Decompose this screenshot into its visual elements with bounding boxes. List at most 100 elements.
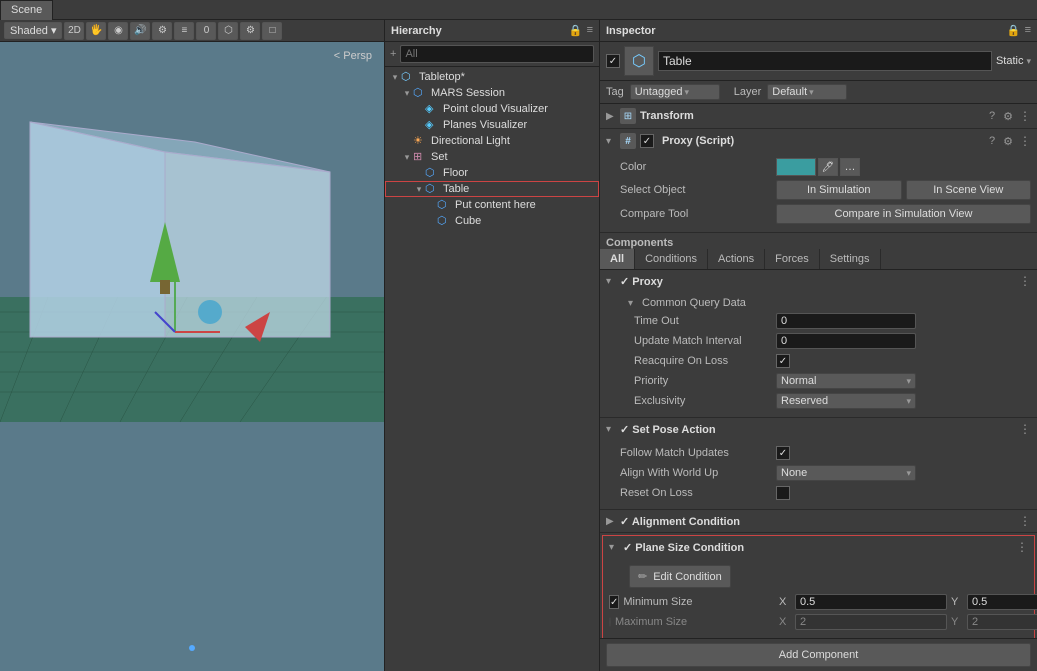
table-icon: ⬡ [425,182,441,196]
set-pose-kebab[interactable]: ⋮ [1019,422,1031,436]
transform-arrow: ▶ [606,111,616,122]
add-component-btn[interactable]: Add Component [606,643,1031,667]
mars-session-icon: ⬡ [413,86,429,100]
tag-arrow: ▾ [684,87,689,98]
hierarchy-search-input[interactable] [400,45,594,63]
alignment-title: ✓ Alignment Condition [620,515,1015,528]
min-size-checkbox[interactable] [609,595,619,609]
set-pose-header[interactable]: ▾ ✓ Set Pose Action ⋮ [600,418,1037,440]
hierarchy-item-floor[interactable]: ⬡ Floor [385,165,599,181]
shading-dropdown[interactable]: Shaded ▾ [4,22,62,39]
color-picker-btn[interactable]: 🖊 [818,158,838,176]
hierarchy-item-mars-session[interactable]: ▾ ⬡ MARS Session [385,85,599,101]
follow-match-checkbox[interactable] [776,446,790,460]
proxy-script-header[interactable]: ▾ # Proxy (Script) ? ⚙ ⋮ [600,129,1037,153]
align-world-dropdown[interactable]: None ▾ [776,465,916,481]
object-icon-box[interactable]: ⬡ [624,46,654,76]
hierarchy-item-put-content[interactable]: ⬡ Put content here [385,197,599,213]
hierarchy-item-point-cloud[interactable]: ◈ Point cloud Visualizer [385,101,599,117]
hierarchy-lock-icon[interactable]: 🔒 [569,24,583,37]
object-name-input[interactable] [658,51,992,71]
hierarchy-item-cube[interactable]: ⬡ Cube [385,213,599,229]
in-scene-view-btn[interactable]: In Scene View [906,180,1032,200]
align-world-label: Align With World Up [606,467,776,479]
tab-actions[interactable]: Actions [708,249,765,269]
plane-size-kebab[interactable]: ⋮ [1016,540,1028,554]
scene-3d-view [0,42,384,442]
transform-kebab[interactable]: ⋮ [1019,109,1031,123]
transform-icon: ⊞ [620,108,636,124]
planes-vis-icon: ◈ [425,118,441,132]
object-type-icon: ⬡ [632,51,646,71]
proxy-script-kebab[interactable]: ⋮ [1019,134,1031,148]
hierarchy-item-planes-vis[interactable]: ◈ Planes Visualizer [385,117,599,133]
edit-condition-btn[interactable]: ✏ Edit Condition [629,565,731,588]
transform-header[interactable]: ▶ ⊞ Transform ? ⚙ ⋮ [600,104,1037,128]
hierarchy-menu-icon[interactable]: ≡ [587,24,593,37]
2d-toggle[interactable]: 2D [64,22,84,40]
proxy-comp-kebab[interactable]: ⋮ [1019,274,1031,288]
in-simulation-btn[interactable]: In Simulation [776,180,902,200]
tag-dropdown[interactable]: Untagged ▾ [630,84,720,100]
tab-all[interactable]: All [600,249,635,269]
plus-icon[interactable]: + [390,48,396,60]
plane-size-body: ✏ Edit Condition Minimum Size X [603,558,1034,638]
object-active-checkbox[interactable] [606,54,620,68]
color-more-btn[interactable]: … [840,158,860,176]
hierarchy-scene-root[interactable]: ▾ ⬡ Tabletop* [385,69,599,85]
scene-btn-6[interactable]: 0 [196,22,216,40]
scene-btn-2[interactable]: ◉ [108,22,128,40]
proxy-script-help[interactable]: ? [989,135,995,147]
scene-window-tab[interactable]: Scene [0,0,53,20]
layer-dropdown[interactable]: Default ▾ [767,84,847,100]
tab-forces[interactable]: Forces [765,249,820,269]
color-swatch[interactable] [776,158,816,176]
hierarchy-item-table[interactable]: ▾ ⬡ Table [385,181,599,197]
inspector-lock-icon[interactable]: 🔒 [1007,24,1021,37]
alignment-kebab[interactable]: ⋮ [1019,514,1031,528]
reacquire-checkbox[interactable] [776,354,790,368]
min-size-x-input[interactable] [795,594,947,610]
components-tabs: All Conditions Actions Forces Settings [600,249,1037,270]
compare-simulation-btn[interactable]: Compare in Simulation View [776,204,1031,224]
min-size-y-input[interactable] [967,594,1037,610]
common-query-header[interactable]: ▾ Common Query Data [606,295,1031,311]
color-row: Color 🖊 … [606,156,1031,178]
scene-btn-8[interactable]: ⚙ [240,22,260,40]
hierarchy-item-dir-light[interactable]: ☀ Directional Light [385,133,599,149]
alignment-header[interactable]: ▶ ✓ Alignment Condition ⋮ [600,510,1037,532]
plane-size-header[interactable]: ▾ ✓ Plane Size Condition ⋮ [603,536,1034,558]
proxy-component-header[interactable]: ▾ ✓ Proxy ⋮ [600,270,1037,292]
hierarchy-header: Hierarchy 🔒 ≡ [385,20,599,42]
exclusivity-dropdown[interactable]: Reserved ▾ [776,393,916,409]
max-x-label: X [779,616,791,628]
max-size-radio[interactable] [609,617,611,627]
scene-canvas[interactable]: Y X Z [0,42,384,671]
timeout-input[interactable] [776,313,916,329]
hierarchy-item-set[interactable]: ▾ ⊞ Set [385,149,599,165]
cube-label: Cube [455,215,481,227]
tab-settings[interactable]: Settings [820,249,881,269]
transform-menu-icon[interactable]: ⚙ [1003,110,1013,123]
max-size-y-input[interactable] [967,614,1037,630]
scene-btn-5[interactable]: ≡ [174,22,194,40]
proxy-script-enabled[interactable] [640,134,654,148]
max-size-x-input[interactable] [795,614,947,630]
priority-dropdown[interactable]: Normal ▾ [776,373,916,389]
proxy-script-settings[interactable]: ⚙ [1003,135,1013,148]
scene-btn-7[interactable]: ⬡ [218,22,238,40]
inspector-header: Inspector 🔒 ≡ [600,20,1037,42]
update-match-input[interactable] [776,333,916,349]
scene-btn-4[interactable]: ⚙ [152,22,172,40]
table-label: Table [443,183,469,195]
proxy-comp-title: ✓ Proxy [620,275,1015,288]
scene-btn-1[interactable]: 🖐 [86,22,106,40]
scene-btn-9[interactable]: □ [262,22,282,40]
reset-loss-checkbox[interactable] [776,486,790,500]
exclusivity-arrow: ▾ [906,396,911,407]
inspector-controls: 🔒 ≡ [1007,24,1031,37]
tab-conditions[interactable]: Conditions [635,249,708,269]
transform-help-icon[interactable]: ? [989,110,995,122]
inspector-menu-icon[interactable]: ≡ [1025,24,1031,37]
scene-btn-3[interactable]: 🔊 [130,22,150,40]
